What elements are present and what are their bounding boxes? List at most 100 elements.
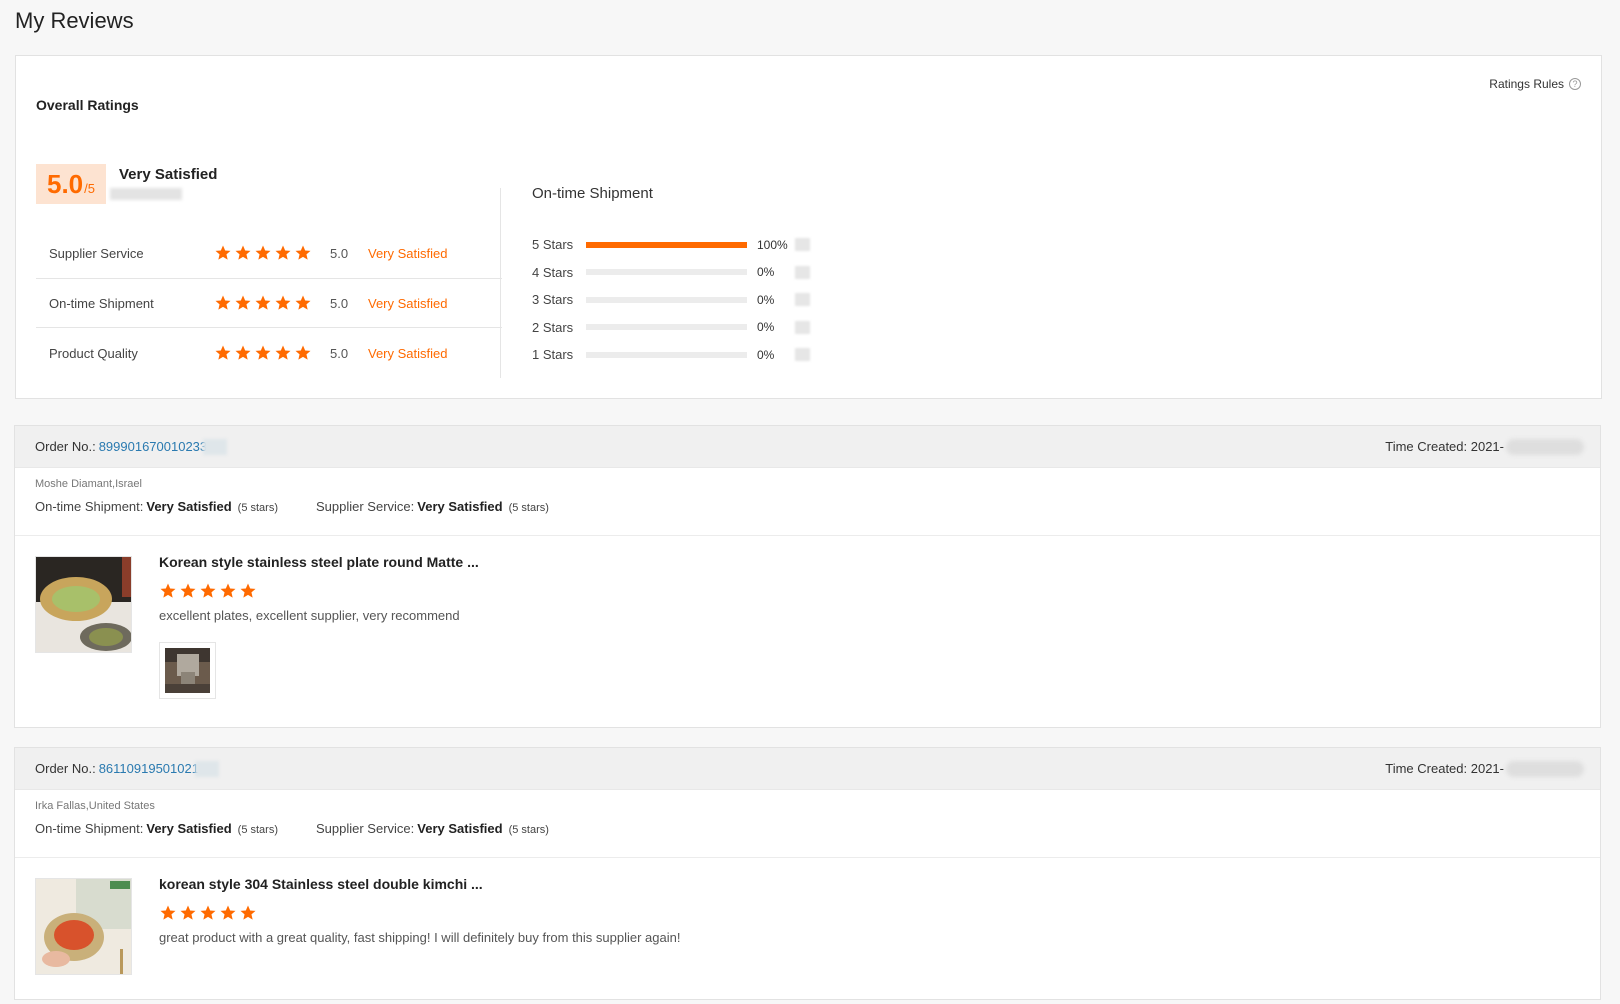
distribution-bar <box>586 241 747 248</box>
rating-metrics: Supplier Service 5.0 Very Satisfied On-t… <box>36 228 502 378</box>
star-icon <box>180 905 196 920</box>
overall-ratings-panel: Ratings Rules ? Overall Ratings 5.0 /5 V… <box>15 55 1602 399</box>
order-ratings: On-time Shipment: Very Satisfied (5 stars)… <box>35 499 1580 514</box>
overall-score-value: 5.0 <box>47 169 84 199</box>
star-icon <box>220 905 236 920</box>
star-icon <box>295 245 311 260</box>
ratings-rules-label: Ratings Rules <box>1489 77 1564 91</box>
overall-score-badge: 5.0 /5 <box>36 164 106 204</box>
product-name-link[interactable]: Korean style stainless steel plate round… <box>159 554 479 570</box>
distribution-percent: 0% <box>757 292 775 307</box>
star-icon <box>235 245 251 260</box>
distribution-label: 1 Stars <box>532 347 574 363</box>
metric-status: Very Satisfied <box>368 245 448 261</box>
order-number-link[interactable]: 86110919501021 <box>99 761 199 776</box>
distribution-percent: 100% <box>757 237 788 252</box>
star-icon <box>160 583 176 598</box>
star-icon <box>240 583 256 598</box>
review-photo[interactable] <box>159 642 216 699</box>
distribution-bar <box>586 324 747 331</box>
shipment-rating-value: Very Satisfied <box>146 499 232 514</box>
star-distribution: 5 Stars 100% 4 Stars 0% 3 Stars 0% 2 Sta… <box>532 231 810 369</box>
buyer-name: Irka Fallas,United States <box>35 800 155 812</box>
order-meta: Irka Fallas,United States On-time Shipme… <box>15 790 1600 858</box>
star-icon <box>255 345 271 360</box>
order-number-label: Order No.: <box>35 439 96 454</box>
star-icon <box>295 345 311 360</box>
metric-score: 5.0 <box>330 295 349 311</box>
distribution-percent: 0% <box>757 347 775 362</box>
service-rating: Supplier Service: Very Satisfied (5 stars) <box>316 821 549 836</box>
distribution-bar <box>586 269 747 276</box>
star-icon <box>235 345 251 360</box>
star-icon <box>215 245 231 260</box>
metric-score: 5.0 <box>330 245 349 261</box>
time-created-label: Time Created: 2021- <box>1385 439 1504 454</box>
distribution-bar <box>586 351 747 358</box>
redacted-block <box>795 238 810 252</box>
metric-label: Supplier Service <box>49 245 144 261</box>
overall-score-text: Very Satisfied <box>119 166 218 183</box>
metric-label: Product Quality <box>49 345 138 361</box>
question-circle-icon[interactable]: ? <box>1569 78 1581 90</box>
redacted-block <box>795 348 810 362</box>
star-icon <box>220 583 236 598</box>
shipment-rating-label: On-time Shipment: <box>35 499 144 514</box>
order-number-link[interactable]: 899901670010233 <box>99 439 207 454</box>
star-rating <box>159 904 680 922</box>
service-rating: Supplier Service: Very Satisfied (5 stars) <box>316 499 549 514</box>
distribution-label: 2 Stars <box>532 319 574 335</box>
distribution-row: 3 Stars 0% <box>532 286 810 314</box>
star-icon <box>275 295 291 310</box>
redacted-block <box>795 265 810 279</box>
metric-row-supplier-service[interactable]: Supplier Service 5.0 Very Satisfied <box>36 228 502 278</box>
star-icon <box>200 905 216 920</box>
shipment-rating-stars: (5 stars) <box>237 824 278 836</box>
overall-ratings-title: Overall Ratings <box>36 97 139 113</box>
product-name-link[interactable]: korean style 304 Stainless steel double … <box>159 876 680 892</box>
star-icon <box>240 905 256 920</box>
review-body: korean style 304 Stainless steel double … <box>159 876 680 945</box>
metric-row-on-time-shipment[interactable]: On-time Shipment 5.0 Very Satisfied <box>36 278 502 328</box>
shipment-rating-label: On-time Shipment: <box>35 821 144 836</box>
review-text: great product with a great quality, fast… <box>159 930 681 945</box>
review-text: excellent plates, excellent supplier, ve… <box>159 608 460 623</box>
distribution-row: 1 Stars 0% <box>532 341 810 369</box>
metric-score: 5.0 <box>330 345 349 361</box>
star-icon <box>255 295 271 310</box>
order-number: Order No.: 899901670010233 <box>35 438 228 455</box>
redacted-block <box>110 188 182 200</box>
service-rating-stars: (5 stars) <box>508 502 549 514</box>
order-ratings: On-time Shipment: Very Satisfied (5 stars)… <box>35 821 1580 836</box>
order-number: Order No.: 86110919501021 <box>35 760 219 777</box>
distribution-bar <box>586 296 747 303</box>
star-icon <box>215 345 231 360</box>
shipment-rating-stars: (5 stars) <box>237 502 278 514</box>
service-rating-label: Supplier Service: <box>316 499 415 514</box>
redacted-block <box>1506 760 1584 777</box>
distribution-percent: 0% <box>757 320 775 335</box>
redacted-block <box>194 760 219 777</box>
star-rating <box>159 582 479 600</box>
star-icon <box>255 245 271 260</box>
service-rating-stars: (5 stars) <box>508 824 549 836</box>
order-header: Order No.: 899901670010233 Time Created:… <box>15 426 1600 468</box>
star-icon <box>160 905 176 920</box>
product-thumbnail[interactable] <box>35 556 132 653</box>
redacted-block <box>795 320 810 334</box>
service-rating-value: Very Satisfied <box>417 499 503 514</box>
product-thumbnail[interactable] <box>35 878 132 975</box>
distribution-label: 5 Stars <box>532 237 574 253</box>
star-icon <box>235 295 251 310</box>
time-created-label: Time Created: 2021- <box>1385 761 1504 776</box>
metric-row-product-quality[interactable]: Product Quality 5.0 Very Satisfied <box>36 328 502 378</box>
ratings-rules-link[interactable]: Ratings Rules ? <box>1489 77 1581 91</box>
service-rating-label: Supplier Service: <box>316 821 415 836</box>
star-icon <box>215 295 231 310</box>
time-created: Time Created: 2021- <box>1385 438 1584 455</box>
star-icon <box>275 245 291 260</box>
buyer-name: Moshe Diamant,Israel <box>35 478 142 490</box>
review-body: Korean style stainless steel plate round… <box>159 554 479 699</box>
order-review-card: Order No.: 899901670010233 Time Created:… <box>14 425 1601 728</box>
order-meta: Moshe Diamant,Israel On-time Shipment: Ve… <box>15 468 1600 536</box>
